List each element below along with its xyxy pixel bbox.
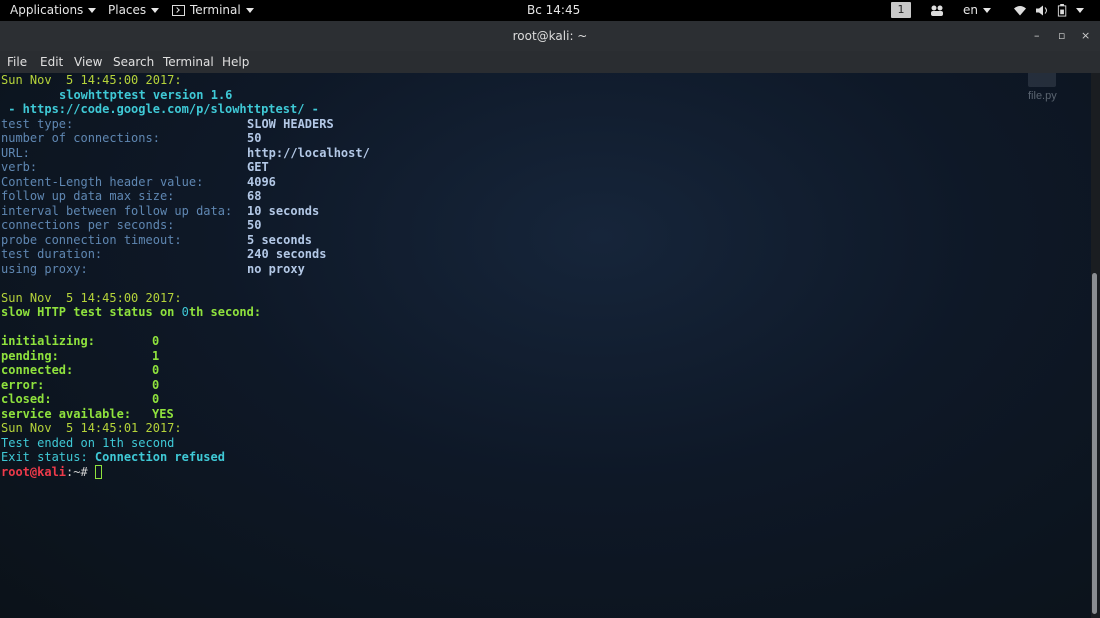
param-label: URL: [1, 146, 30, 160]
terminal-app-menu[interactable]: Terminal [172, 0, 254, 21]
menu-search[interactable]: Search [113, 51, 154, 73]
param-value: no proxy [247, 262, 305, 276]
status-heading-pre: slow HTTP test status on [1, 305, 182, 319]
applications-menu[interactable]: Applications [10, 0, 97, 21]
language-menu[interactable]: en [963, 0, 991, 21]
header-date: Sun Nov 5 14:45:00 2017: [1, 73, 182, 87]
chevron-down-icon [151, 8, 160, 13]
stat-label: pending: [1, 349, 59, 363]
param-label: test type: [1, 117, 74, 131]
param-label: probe connection timeout: [1, 233, 182, 247]
terminal-output[interactable]: file.py Sun Nov 5 14:45:00 2017: slowhtt… [0, 73, 1091, 618]
top-panel: Applications Places Terminal Вс 14:45 1 … [0, 0, 1100, 21]
places-menu[interactable]: Places [108, 0, 160, 21]
stat-value: 0 [152, 334, 160, 348]
test-ended-line: Test ended on 1th second [1, 436, 175, 450]
terminal-icon [172, 5, 185, 16]
terminal-app-label: Terminal [190, 3, 241, 17]
maximize-button[interactable]: ▫ [1058, 29, 1065, 43]
exit-status-line: Exit status: Connection refused [1, 450, 225, 464]
param-label: Content-Length header value: [1, 175, 204, 189]
places-label: Places [108, 3, 147, 17]
text-cursor [94, 465, 102, 479]
param-label: test duration: [1, 247, 103, 261]
menu-terminal[interactable]: Terminal [163, 51, 214, 73]
clock[interactable]: Вс 14:45 [527, 0, 580, 21]
param-label: follow up data max size: [1, 189, 175, 203]
param-value: 10 seconds [247, 204, 320, 218]
menu-view[interactable]: View [74, 51, 102, 73]
status-heading-post: th second: [188, 305, 262, 319]
menu-file[interactable]: File [7, 51, 27, 73]
stat-value: YES [152, 407, 174, 421]
menu-bar: File Edit View Search Terminal Help [0, 51, 1100, 73]
end-date: Sun Nov 5 14:45:01 2017: [1, 421, 182, 435]
volume-icon[interactable] [1035, 4, 1049, 17]
param-value: 50 [247, 131, 262, 145]
stat-value: 0 [152, 378, 160, 392]
status-date: Sun Nov 5 14:45:00 2017: [1, 291, 182, 305]
stat-value: 0 [152, 363, 160, 377]
window-titlebar[interactable]: root@kali: ~ – ▫ × [0, 21, 1100, 51]
menu-edit[interactable]: Edit [40, 51, 63, 73]
param-label: verb: [1, 160, 38, 174]
workspace-indicator[interactable]: 1 [891, 2, 911, 18]
stat-label: connected: [1, 363, 74, 377]
param-value: 68 [247, 189, 262, 203]
wifi-icon[interactable] [1013, 4, 1027, 17]
param-value: http://localhost/ [247, 146, 370, 160]
people-icon[interactable] [930, 4, 944, 17]
battery-icon[interactable] [1057, 4, 1069, 17]
language-label: en [963, 3, 978, 17]
chevron-down-icon [983, 8, 991, 13]
close-button[interactable]: × [1081, 29, 1090, 43]
minimize-button[interactable]: – [1034, 29, 1040, 43]
param-label: interval between follow up data: [1, 204, 233, 218]
param-label: connections per seconds: [1, 218, 175, 232]
applications-label: Applications [10, 3, 84, 17]
param-value: 240 seconds [247, 247, 327, 261]
param-value: 4096 [247, 175, 276, 189]
stat-label: closed: [1, 392, 52, 406]
url-line: - https://code.google.com/p/slowhttptest… [1, 102, 319, 116]
param-value: GET [247, 160, 269, 174]
shell-prompt[interactable]: root@kali:~# [1, 465, 102, 479]
param-value: 5 seconds [247, 233, 313, 247]
stat-label: error: [1, 378, 45, 392]
exit-status-label: Exit status: [1, 450, 95, 464]
window-title: root@kali: ~ [512, 29, 588, 43]
stat-value: 0 [152, 392, 160, 406]
prompt-path: :~# [66, 465, 88, 479]
param-value: 50 [247, 218, 262, 232]
status-heading-num: 0 [181, 305, 189, 319]
stat-label: initializing: [1, 334, 95, 348]
stat-label: service available: [1, 407, 132, 421]
param-label: using proxy: [1, 262, 88, 276]
status-heading: slow HTTP test status on 0th second: [1, 305, 261, 319]
prompt-user: root@kali [1, 465, 67, 479]
chevron-down-icon [245, 8, 254, 13]
chevron-down-icon[interactable] [1076, 8, 1084, 13]
param-label: number of connections: [1, 131, 160, 145]
version-line: slowhttptest version 1.6 [59, 88, 233, 102]
menu-help[interactable]: Help [222, 51, 249, 73]
param-value: SLOW HEADERS [247, 117, 334, 131]
file-icon [1028, 73, 1056, 87]
desktop-file-label: file.py [1028, 90, 1057, 102]
stat-value: 1 [152, 349, 160, 363]
chevron-down-icon [88, 8, 97, 13]
scrollbar-thumb[interactable] [1092, 273, 1097, 614]
exit-status-value: Connection refused [94, 450, 225, 464]
